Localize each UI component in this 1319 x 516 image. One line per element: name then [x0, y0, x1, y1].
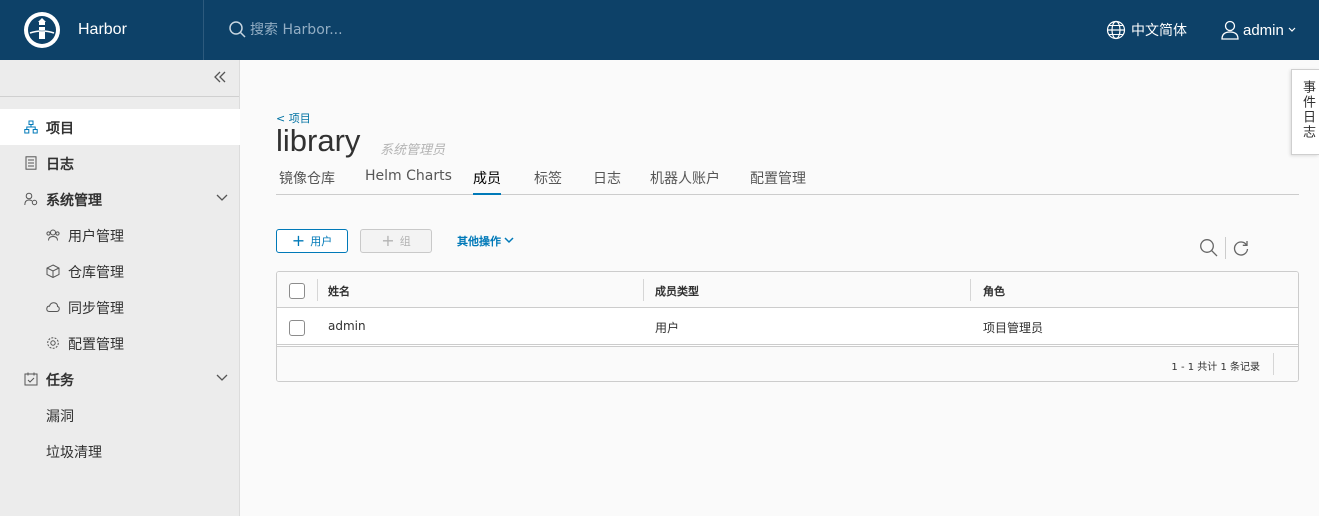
- member-type: 用户: [655, 321, 680, 335]
- project-icon: [24, 120, 38, 134]
- logo-area[interactable]: Harbor: [0, 0, 204, 60]
- event-log-label: 事件日志: [1300, 80, 1315, 140]
- sidebar-item-label: 用户管理: [68, 229, 124, 245]
- top-header: Harbor 中文简体 admin: [0, 0, 1319, 60]
- language-selector[interactable]: 中文简体: [1106, 0, 1187, 60]
- tab-labels[interactable]: 标签: [534, 168, 562, 195]
- add-user-button[interactable]: + 用户: [276, 229, 348, 253]
- sidebar-item-garbage-collection[interactable]: 垃圾清理: [0, 433, 240, 469]
- sidebar-item-label: 仓库管理: [68, 265, 124, 281]
- sidebar-item-label: 系统管理: [46, 193, 102, 209]
- tab-logs[interactable]: 日志: [593, 168, 621, 195]
- sidebar-item-users[interactable]: 用户管理: [0, 217, 240, 253]
- members-datagrid: 姓名 成员类型 角色 admin 用户 项目管理员 1 - 1 共计 1 条记录: [276, 271, 1299, 382]
- event-log-tab[interactable]: 事件日志: [1291, 69, 1319, 155]
- log-icon: [25, 156, 37, 170]
- table-header: 姓名 成员类型 角色: [277, 272, 1298, 308]
- admin-icon: [24, 192, 38, 206]
- sidebar-item-tasks[interactable]: 任务: [0, 361, 240, 397]
- column-header-member-type[interactable]: 成员类型: [655, 283, 699, 299]
- sidebar-item-logs[interactable]: 日志: [0, 145, 240, 181]
- plus-icon: +: [381, 231, 395, 250]
- global-search[interactable]: [228, 0, 488, 60]
- sidebar-item-projects[interactable]: 项目: [0, 109, 240, 145]
- grid-tools: [1199, 237, 1250, 259]
- user-icon: [1221, 20, 1239, 40]
- brand-name: Harbor: [78, 21, 127, 38]
- page-title: library: [276, 123, 361, 158]
- language-label: 中文简体: [1131, 23, 1187, 39]
- member-role: 项目管理员: [983, 321, 1044, 335]
- plus-icon: +: [291, 231, 306, 250]
- select-all-checkbox[interactable]: [289, 283, 305, 299]
- sidebar-item-replications[interactable]: 同步管理: [0, 289, 240, 325]
- chevron-down-icon: [1288, 27, 1296, 32]
- add-group-button[interactable]: + 组: [360, 229, 432, 253]
- tab-configuration[interactable]: 配置管理: [750, 168, 806, 195]
- sidebar-item-label: 垃圾清理: [46, 445, 102, 461]
- member-name: admin: [328, 319, 366, 333]
- sidebar-item-administration[interactable]: 系统管理: [0, 181, 240, 217]
- sidebar-collapse-row: [0, 60, 239, 97]
- add-user-label: 用户: [310, 235, 333, 248]
- chevron-down-icon: [504, 237, 514, 244]
- pagination-summary: 1 - 1 共计 1 条记录: [1171, 362, 1260, 373]
- more-actions-dropdown[interactable]: 其他操作: [457, 233, 515, 249]
- tab-repositories[interactable]: 镜像仓库: [279, 168, 335, 195]
- sidebar-item-configuration[interactable]: 配置管理: [0, 325, 240, 361]
- replication-icon: [46, 302, 60, 312]
- refresh-icon[interactable]: [1232, 239, 1250, 257]
- column-divider[interactable]: [643, 279, 644, 301]
- sidebar-item-label: 漏洞: [46, 409, 74, 425]
- grid-footer: 1 - 1 共计 1 条记录: [277, 346, 1298, 381]
- column-divider: [317, 279, 318, 301]
- search-input[interactable]: [250, 22, 450, 38]
- add-group-label: 组: [399, 235, 411, 248]
- footer-divider: [1273, 353, 1274, 375]
- sidebar-item-label: 配置管理: [68, 337, 124, 353]
- registry-icon: [46, 264, 60, 278]
- harbor-logo-icon: [24, 12, 60, 48]
- chevron-down-icon: [216, 194, 228, 201]
- user-menu[interactable]: admin: [1221, 0, 1297, 60]
- project-tabs: 镜像仓库 Helm Charts 成员 标签 日志 机器人账户 配置管理: [276, 160, 1299, 195]
- sidebar-item-label: 项目: [46, 121, 74, 137]
- username: admin: [1243, 21, 1284, 39]
- tool-divider: [1225, 237, 1226, 259]
- sidebar-item-vulnerability[interactable]: 漏洞: [0, 397, 240, 433]
- project-role: 系统管理员: [380, 143, 446, 158]
- table-row[interactable]: admin 用户 项目管理员: [277, 309, 1298, 345]
- sidebar: 项目 日志 系统管理 用户管理 仓库管理 同步管理 配置管理 任务 漏洞 垃圾清…: [0, 60, 240, 516]
- column-divider[interactable]: [970, 279, 971, 301]
- sidebar-item-label: 日志: [46, 157, 74, 173]
- collapse-sidebar-icon[interactable]: [213, 70, 227, 84]
- column-header-name[interactable]: 姓名: [328, 283, 350, 299]
- sidebar-item-registries[interactable]: 仓库管理: [0, 253, 240, 289]
- globe-icon: [1106, 20, 1126, 40]
- sidebar-item-label: 同步管理: [68, 301, 124, 317]
- tab-robot-accounts[interactable]: 机器人账户: [650, 168, 720, 195]
- more-actions-label: 其他操作: [457, 235, 501, 248]
- chevron-down-icon: [216, 374, 228, 381]
- tasks-icon: [24, 372, 38, 386]
- tab-members[interactable]: 成员: [473, 168, 501, 195]
- column-header-role[interactable]: 角色: [983, 283, 1005, 299]
- sidebar-item-label: 任务: [46, 373, 74, 389]
- row-checkbox[interactable]: [289, 320, 305, 336]
- tab-helm-charts[interactable]: Helm Charts: [365, 168, 452, 195]
- users-icon: [46, 229, 60, 241]
- search-icon: [229, 21, 246, 38]
- config-icon: [47, 337, 59, 349]
- search-icon[interactable]: [1199, 238, 1219, 258]
